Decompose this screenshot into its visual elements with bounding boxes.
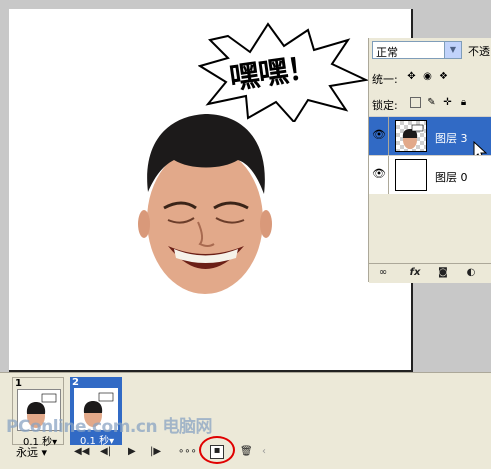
prev-frame-icon[interactable]: ◀| — [100, 445, 111, 459]
first-frame-icon[interactable]: ◀◀ — [74, 445, 89, 459]
fx-icon[interactable]: fx — [407, 266, 423, 280]
layers-panel: 正常 ▼ 不透 统一: ✥ ◉ ❖ 锁定: ✎ ✛ 🔒︎ 👁︎ 图层 3 👁︎ … — [368, 38, 491, 283]
lock-row: 锁定: ✎ ✛ 🔒︎ — [372, 96, 491, 112]
eye-divider — [388, 117, 389, 155]
layer-name: 图层 3 — [435, 132, 468, 145]
lock-paint-icon[interactable]: ✎ — [426, 97, 437, 108]
loop-value: 永远 — [16, 446, 38, 459]
canvas-area: 嘿嘿！ 正常 ▼ 不透 统一: ✥ ◉ ❖ 锁定: ✎ ✛ 🔒︎ 👁︎ 图层 3… — [0, 0, 491, 372]
play-icon[interactable]: ▶ — [128, 445, 136, 459]
layer-name: 图层 0 — [435, 171, 468, 184]
lock-transparency-icon[interactable] — [410, 97, 421, 108]
eye-icon[interactable]: 👁︎ — [371, 128, 387, 142]
tween-icon[interactable]: ∘∘∘ — [178, 445, 197, 459]
layers-bottom-bar: ∞ fx ◙ ◐ — [369, 263, 491, 283]
unify-visibility-icon[interactable]: ◉ — [422, 71, 433, 82]
lock-label: 锁定: — [372, 99, 398, 112]
blend-mode-value: 正常 — [376, 46, 398, 59]
layer-row[interactable]: 👁︎ 图层 3 — [369, 116, 491, 162]
highlight-circle — [199, 436, 235, 464]
chevron-down-icon: ▾ — [41, 446, 48, 459]
layer-thumbnail — [395, 159, 427, 191]
layer-row[interactable]: 👁︎ 图层 0 — [369, 155, 491, 194]
animation-controls: 永远 ▾ ◀◀ ◀| ▶ |▶ ∘∘∘ ▪ 🗑︎ ‹ — [0, 444, 491, 462]
watermark: PConline.com.cn 电脑网 — [6, 417, 213, 437]
face-image — [138, 114, 272, 294]
lock-all-icon[interactable]: 🔒︎ — [458, 97, 469, 108]
chevron-down-icon[interactable]: ▼ — [444, 42, 461, 58]
next-frame-icon[interactable]: |▶ — [150, 445, 161, 459]
unify-position-icon[interactable]: ✥ — [406, 71, 417, 82]
unify-row: 统一: ✥ ◉ ❖ — [372, 70, 491, 86]
opacity-label: 不透 — [468, 45, 490, 58]
blend-mode-select[interactable]: 正常 ▼ — [372, 41, 462, 59]
delete-frame-icon[interactable]: 🗑︎ — [240, 445, 253, 459]
animation-panel: 1 0.1 秒▾ 2 0.1 秒▾ PConline.com.cn 电脑网 永远… — [0, 372, 491, 469]
loop-select[interactable]: 永远 ▾ — [16, 444, 47, 460]
lock-move-icon[interactable]: ✛ — [442, 97, 453, 108]
unify-style-icon[interactable]: ❖ — [438, 71, 449, 82]
layer-thumbnail — [395, 120, 427, 152]
eye-icon[interactable]: 👁︎ — [371, 167, 387, 181]
layer-thumbnail-image — [402, 124, 424, 149]
adjustment-icon[interactable]: ◐ — [463, 266, 479, 280]
mask-icon[interactable]: ◙ — [435, 266, 451, 280]
link-icon[interactable]: ∞ — [375, 266, 391, 280]
scroll-left-icon[interactable]: ‹ — [262, 445, 266, 459]
eye-divider — [388, 156, 389, 194]
unify-label: 统一: — [372, 73, 398, 86]
